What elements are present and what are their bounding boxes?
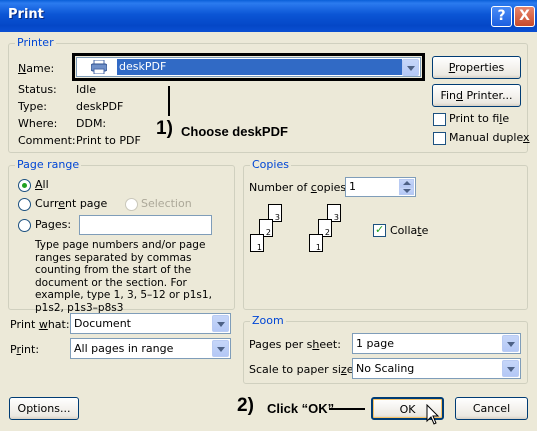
cancel-button[interactable]: Cancel — [455, 397, 528, 420]
printer-name-select[interactable]: deskPDF — [76, 57, 421, 77]
find-printer-button[interactable]: Find Printer... — [432, 84, 521, 107]
pages-radio[interactable] — [18, 219, 31, 232]
status-value: Idle — [76, 83, 97, 96]
print-what-select[interactable]: Document — [70, 313, 231, 334]
print-dialog: Print ? X Printer Name: deskPDF Status: … — [0, 0, 537, 431]
print-to-file-label[interactable]: Print to file — [449, 112, 509, 125]
options-button[interactable]: Options... — [9, 397, 79, 420]
properties-button[interactable]: Properties — [432, 56, 521, 79]
status-label: Status: — [18, 83, 57, 96]
zoom-group-label: Zoom — [250, 314, 286, 327]
print-value: All pages in range — [74, 342, 174, 355]
print-label: Print: — [10, 343, 40, 356]
number-of-copies-label: Number of copies: — [249, 181, 350, 194]
scale-value: No Scaling — [356, 362, 415, 375]
all-radio[interactable] — [18, 179, 31, 192]
print-select[interactable]: All pages in range — [70, 338, 231, 359]
where-label: Where: — [18, 117, 58, 130]
where-value: DDM: — [76, 117, 107, 130]
type-label: Type: — [18, 100, 47, 113]
chevron-down-icon[interactable] — [212, 340, 229, 357]
annotation-step1-number: 1) — [156, 118, 173, 139]
current-page-radio[interactable] — [18, 198, 31, 211]
mouse-cursor-icon — [426, 403, 440, 426]
scale-label: Scale to paper size: — [249, 363, 357, 376]
all-label[interactable]: All — [35, 178, 49, 191]
annotation-step2-text: Click “OK” — [267, 401, 335, 416]
copies-group-label: Copies — [250, 158, 291, 171]
comment-label: Comment: — [18, 134, 76, 147]
copies-spinner[interactable]: 1 — [345, 177, 416, 197]
printer-icon — [90, 59, 108, 75]
print-what-label: Print what: — [10, 318, 70, 331]
collate-page: 1 — [250, 234, 264, 252]
spin-down-icon[interactable] — [399, 187, 414, 195]
collate-label[interactable]: Collate — [390, 224, 428, 237]
chevron-down-icon[interactable] — [212, 315, 229, 332]
scale-select[interactable]: No Scaling — [352, 358, 521, 379]
collate-checkbox[interactable] — [373, 223, 386, 237]
annotation-step1-text: Choose deskPDF — [181, 124, 288, 139]
current-page-label[interactable]: Current page — [35, 197, 107, 210]
help-icon: ? — [497, 8, 506, 24]
selection-label[interactable]: Selection — [141, 197, 192, 210]
pages-per-sheet-label: Pages per sheet: — [249, 338, 341, 351]
close-icon: X — [519, 8, 530, 24]
spin-up-icon[interactable] — [399, 179, 414, 187]
pages-per-sheet-select[interactable]: 1 page — [352, 333, 521, 354]
pages-per-sheet-value: 1 page — [356, 337, 394, 350]
page-range-group-label: Page range — [15, 158, 82, 171]
type-value: deskPDF — [76, 100, 124, 113]
window-title: Print — [8, 7, 44, 22]
manual-duplex-label[interactable]: Manual duplex — [449, 131, 530, 144]
chevron-down-icon[interactable] — [502, 360, 519, 377]
print-what-value: Document — [74, 317, 131, 330]
pages-label[interactable]: Pages: — [35, 218, 71, 231]
printer-name-selected: deskPDF — [117, 59, 402, 75]
pages-input[interactable] — [79, 215, 212, 235]
manual-duplex-checkbox[interactable] — [433, 132, 446, 145]
page-range-help-text: Type page numbers and/or page ranges sep… — [35, 239, 212, 314]
annotation-step2-line — [329, 408, 365, 410]
chevron-down-icon[interactable] — [402, 59, 419, 76]
close-button[interactable]: X — [514, 6, 535, 27]
copies-value: 1 — [349, 180, 356, 193]
printer-group-label: Printer — [15, 36, 56, 49]
comment-value: Print to PDF — [76, 134, 141, 147]
chevron-down-icon[interactable] — [502, 335, 519, 352]
selection-radio[interactable] — [125, 198, 138, 211]
annotation-arrow-line — [168, 86, 170, 116]
print-to-file-checkbox[interactable] — [433, 113, 446, 126]
title-bar[interactable]: Print ? X — [0, 0, 537, 32]
collate-page: 1 — [309, 234, 323, 252]
printer-name-label: Name: — [18, 62, 55, 75]
annotation-step2-number: 2) — [237, 395, 254, 416]
help-button[interactable]: ? — [491, 6, 512, 27]
